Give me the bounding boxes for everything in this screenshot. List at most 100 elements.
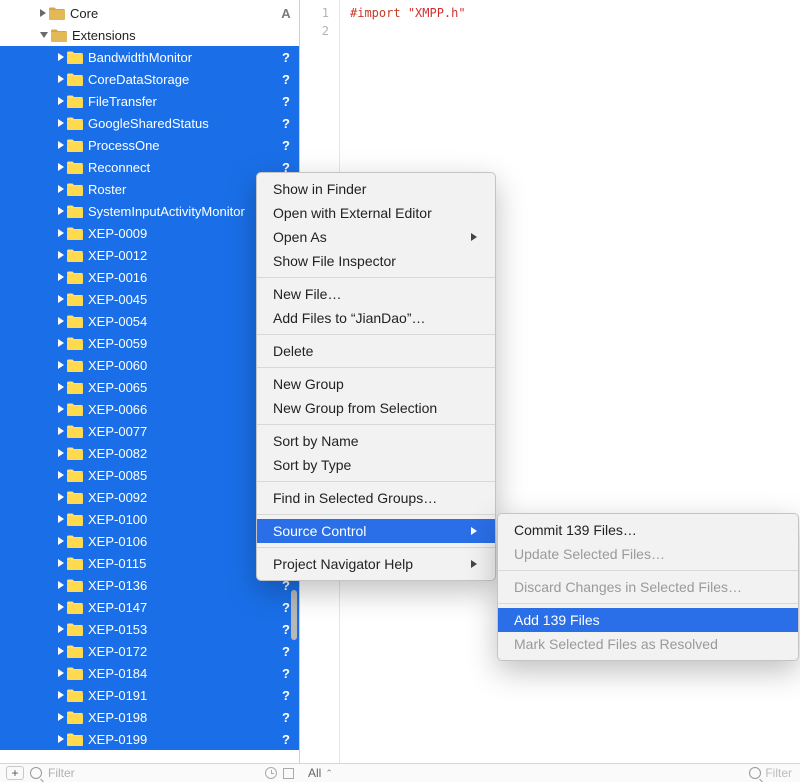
menu-item-open-as[interactable]: Open As <box>257 225 495 249</box>
menu-item-add-files-to-jiandao[interactable]: Add Files to “JianDao”… <box>257 306 495 330</box>
tree-item-xep-0172[interactable]: XEP-0172? <box>0 640 299 662</box>
tree-item-xep-0012[interactable]: XEP-0012? <box>0 244 299 266</box>
tree-item-xep-0199[interactable]: XEP-0199? <box>0 728 299 750</box>
filter-icon[interactable] <box>749 767 761 779</box>
disclosure-triangle[interactable] <box>58 53 64 61</box>
disclosure-triangle[interactable] <box>58 317 64 325</box>
scm-status: ? <box>279 72 293 87</box>
disclosure-triangle[interactable] <box>58 229 64 237</box>
tree-item-xep-0077[interactable]: XEP-0077? <box>0 420 299 442</box>
disclosure-triangle[interactable] <box>40 9 46 17</box>
tree-item-xep-0009[interactable]: XEP-0009? <box>0 222 299 244</box>
menu-item-project-navigator-help[interactable]: Project Navigator Help <box>257 552 495 576</box>
tree-item-xep-0100[interactable]: XEP-0100? <box>0 508 299 530</box>
disclosure-triangle[interactable] <box>58 119 64 127</box>
tree-item-xep-0191[interactable]: XEP-0191? <box>0 684 299 706</box>
disclosure-triangle[interactable] <box>58 75 64 83</box>
tree-item-xep-0082[interactable]: XEP-0082? <box>0 442 299 464</box>
disclosure-triangle[interactable] <box>58 207 64 215</box>
menu-item-source-control[interactable]: Source Control <box>257 519 495 543</box>
disclosure-triangle[interactable] <box>58 97 64 105</box>
menu-item-commit-139-files[interactable]: Commit 139 Files… <box>498 518 798 542</box>
menu-item-sort-by-type[interactable]: Sort by Type <box>257 453 495 477</box>
menu-item-sort-by-name[interactable]: Sort by Name <box>257 429 495 453</box>
disclosure-triangle[interactable] <box>58 405 64 413</box>
tree-item-xep-0066[interactable]: XEP-0066? <box>0 398 299 420</box>
add-button[interactable]: + <box>6 766 24 780</box>
disclosure-triangle[interactable] <box>58 581 64 589</box>
menu-item-add-139-files[interactable]: Add 139 Files <box>498 608 798 632</box>
disclosure-triangle[interactable] <box>58 449 64 457</box>
disclosure-triangle[interactable] <box>58 251 64 259</box>
menu-item-new-group-from-selection[interactable]: New Group from Selection <box>257 396 495 420</box>
disclosure-triangle[interactable] <box>58 185 64 193</box>
disclosure-triangle[interactable] <box>58 713 64 721</box>
context-menu[interactable]: Show in FinderOpen with External EditorO… <box>256 172 496 581</box>
disclosure-triangle[interactable] <box>40 32 48 38</box>
tree-item-xep-0092[interactable]: XEP-0092? <box>0 486 299 508</box>
tree-item-xep-0045[interactable]: XEP-0045? <box>0 288 299 310</box>
recent-icon[interactable] <box>265 767 277 779</box>
tree-item-xep-0054[interactable]: XEP-0054? <box>0 310 299 332</box>
menu-item-new-file[interactable]: New File… <box>257 282 495 306</box>
disclosure-triangle[interactable] <box>58 669 64 677</box>
filter-icon[interactable] <box>30 767 42 779</box>
disclosure-triangle[interactable] <box>58 141 64 149</box>
tree-item-bandwidthmonitor[interactable]: BandwidthMonitor? <box>0 46 299 68</box>
filter-input[interactable]: Filter <box>48 766 259 780</box>
tree-item-xep-0147[interactable]: XEP-0147? <box>0 596 299 618</box>
disclosure-triangle[interactable] <box>58 273 64 281</box>
tree-item-processone[interactable]: ProcessOne? <box>0 134 299 156</box>
tree-item-label: XEP-0045 <box>88 292 279 307</box>
disclosure-triangle[interactable] <box>58 471 64 479</box>
disclosure-triangle[interactable] <box>58 361 64 369</box>
source-control-submenu[interactable]: Commit 139 Files…Update Selected Files…D… <box>497 513 799 661</box>
tree-item-xep-0184[interactable]: XEP-0184? <box>0 662 299 684</box>
project-navigator[interactable]: CoreAExtensionsBandwidthMonitor?CoreData… <box>0 0 300 765</box>
disclosure-triangle[interactable] <box>58 163 64 171</box>
disclosure-triangle[interactable] <box>58 383 64 391</box>
menu-item-show-in-finder[interactable]: Show in Finder <box>257 177 495 201</box>
disclosure-triangle[interactable] <box>58 339 64 347</box>
menu-item-open-with-external-editor[interactable]: Open with External Editor <box>257 201 495 225</box>
scrollbar-thumb[interactable] <box>291 590 297 640</box>
disclosure-triangle[interactable] <box>58 625 64 633</box>
tree-item-xep-0060[interactable]: XEP-0060? <box>0 354 299 376</box>
tree-item-coredatastorage[interactable]: CoreDataStorage? <box>0 68 299 90</box>
disclosure-triangle[interactable] <box>58 735 64 743</box>
tree-item-xep-0198[interactable]: XEP-0198? <box>0 706 299 728</box>
filter-label[interactable]: Filter <box>765 766 792 780</box>
disclosure-triangle[interactable] <box>58 427 64 435</box>
tree-item-xep-0059[interactable]: XEP-0059? <box>0 332 299 354</box>
menu-item-new-group[interactable]: New Group <box>257 372 495 396</box>
tree-item-xep-0016[interactable]: XEP-0016? <box>0 266 299 288</box>
tree-item-xep-0136[interactable]: XEP-0136? <box>0 574 299 596</box>
tree-item-roster[interactable]: Roster? <box>0 178 299 200</box>
disclosure-triangle[interactable] <box>58 295 64 303</box>
menu-item-delete[interactable]: Delete <box>257 339 495 363</box>
tree-item-filetransfer[interactable]: FileTransfer? <box>0 90 299 112</box>
disclosure-triangle[interactable] <box>58 691 64 699</box>
disclosure-triangle[interactable] <box>58 559 64 567</box>
disclosure-triangle[interactable] <box>58 515 64 523</box>
tree-item-googlesharedstatus[interactable]: GoogleSharedStatus? <box>0 112 299 134</box>
scm-icon[interactable] <box>283 768 294 779</box>
scope-label[interactable]: All <box>308 766 321 780</box>
scm-status: ? <box>279 138 293 153</box>
tree-item-xep-0085[interactable]: XEP-0085? <box>0 464 299 486</box>
tree-item-core[interactable]: CoreA <box>0 2 299 24</box>
disclosure-triangle[interactable] <box>58 603 64 611</box>
tree-item-systeminputactivitymonitor[interactable]: SystemInputActivityMonitor? <box>0 200 299 222</box>
tree-item-xep-0065[interactable]: XEP-0065? <box>0 376 299 398</box>
disclosure-triangle[interactable] <box>58 493 64 501</box>
tree-item-reconnect[interactable]: Reconnect? <box>0 156 299 178</box>
menu-item-show-file-inspector[interactable]: Show File Inspector <box>257 249 495 273</box>
scm-status: ? <box>279 666 293 681</box>
menu-item-find-in-selected-groups[interactable]: Find in Selected Groups… <box>257 486 495 510</box>
tree-item-xep-0115[interactable]: XEP-0115? <box>0 552 299 574</box>
disclosure-triangle[interactable] <box>58 647 64 655</box>
tree-item-extensions[interactable]: Extensions <box>0 24 299 46</box>
tree-item-xep-0153[interactable]: XEP-0153? <box>0 618 299 640</box>
tree-item-xep-0106[interactable]: XEP-0106? <box>0 530 299 552</box>
disclosure-triangle[interactable] <box>58 537 64 545</box>
